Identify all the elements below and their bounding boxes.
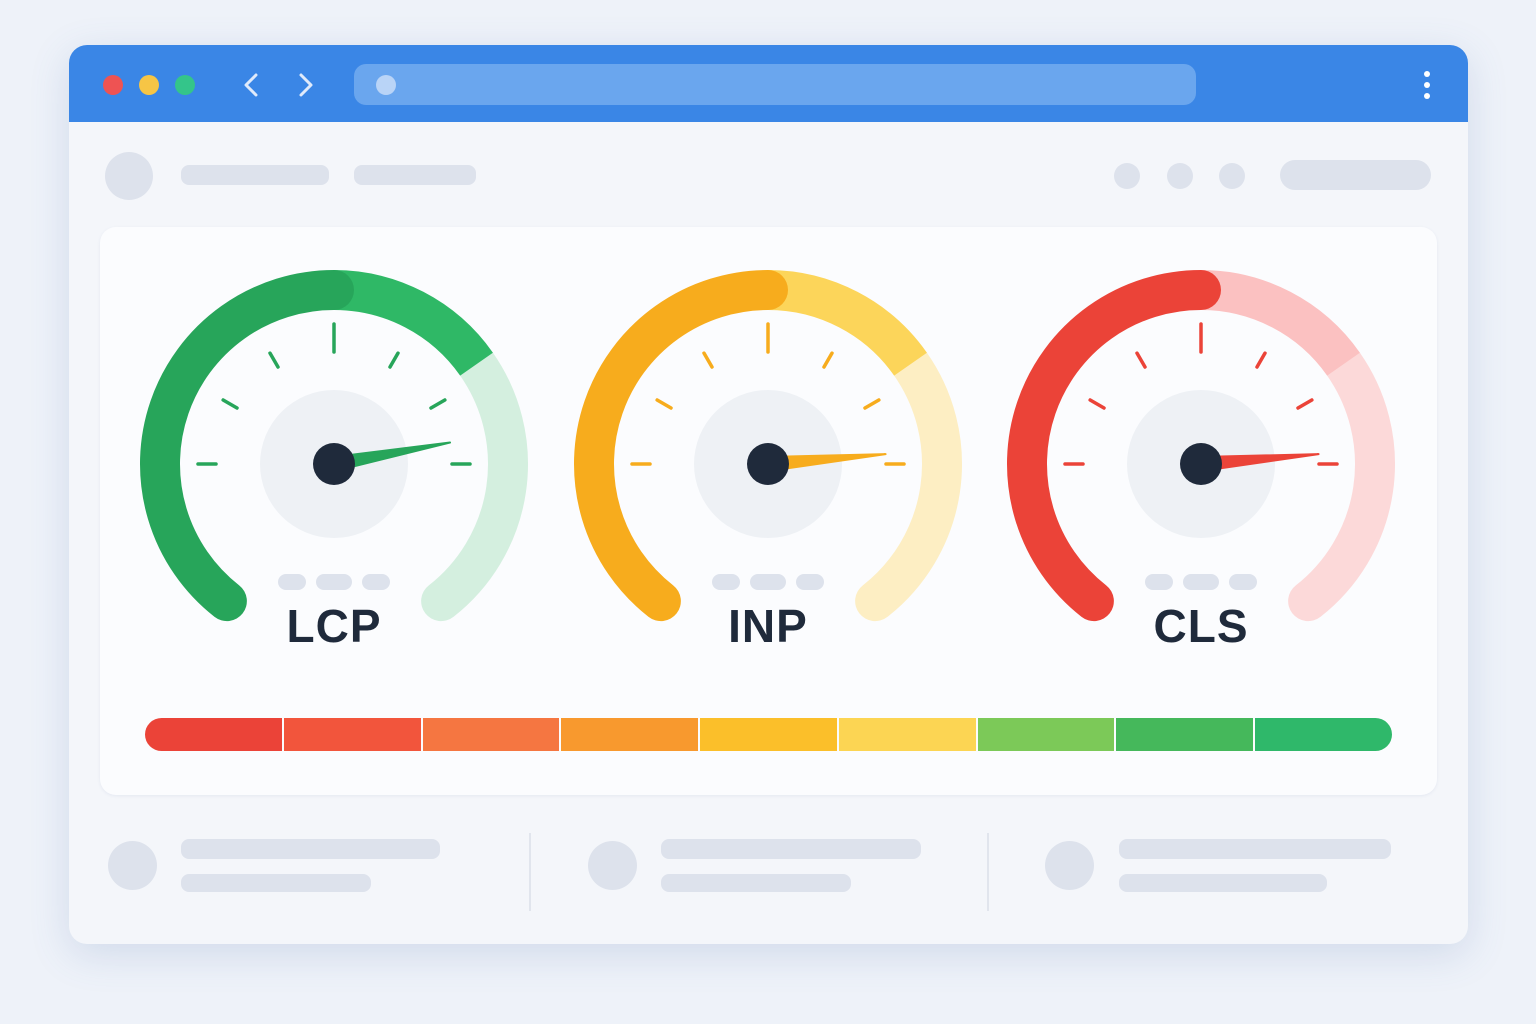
scale-segment	[977, 718, 1117, 751]
gauge-arc-remaining	[1288, 344, 1395, 622]
gauge-needle-hub	[747, 443, 789, 485]
gauge-value-placeholder	[278, 574, 306, 590]
scale-segment	[145, 718, 284, 751]
gauge-tick	[221, 398, 239, 410]
gauge-label-cls: CLS	[1153, 600, 1249, 652]
nav-link-placeholder[interactable]	[181, 165, 329, 185]
gauge-tick	[822, 351, 834, 369]
header-icon-placeholder[interactable]	[1114, 163, 1140, 189]
list-item-title-placeholder	[1119, 839, 1391, 859]
gauge-cls	[1007, 270, 1395, 622]
header-icon-placeholder[interactable]	[1167, 163, 1193, 189]
gauge-arc-remaining	[855, 344, 962, 622]
gauge-tick	[863, 398, 881, 410]
gauge-value-placeholder	[1229, 574, 1257, 590]
gauge-needle-hub	[1180, 443, 1222, 485]
gauge-needle-hub	[313, 443, 355, 485]
gauge-tick	[268, 351, 280, 369]
gauge-value-placeholder	[316, 574, 352, 590]
vertical-dots-icon	[1424, 71, 1430, 77]
gauge-value-placeholder	[796, 574, 824, 590]
browser-toolbar	[69, 45, 1468, 122]
list-item-avatar	[1045, 841, 1094, 890]
gauge-value-placeholder	[712, 574, 740, 590]
rating-scale-bar	[145, 718, 1392, 751]
nav-link-placeholder[interactable]	[354, 165, 476, 185]
gauge-value-placeholder	[750, 574, 786, 590]
gauge-tick	[1135, 351, 1147, 369]
list-item-title-placeholder	[661, 839, 921, 859]
forward-button[interactable]	[287, 67, 323, 103]
header-button-placeholder[interactable]	[1280, 160, 1431, 190]
gauge-tick	[702, 351, 714, 369]
web-vitals-card: LCP INP CLS	[100, 227, 1437, 795]
gauge-tick	[429, 398, 447, 410]
avatar[interactable]	[105, 152, 153, 200]
minimize-window-button[interactable]	[139, 75, 159, 95]
maximize-window-button[interactable]	[175, 75, 195, 95]
gauge-arc-mid	[767, 270, 927, 377]
gauges-canvas	[140, 270, 1395, 622]
browser-menu-button[interactable]	[1415, 69, 1439, 101]
column-divider	[529, 833, 531, 911]
site-info-icon[interactable]	[376, 75, 396, 95]
gauge-label-lcp: LCP	[286, 600, 382, 652]
gauge-arc-mid	[333, 270, 493, 377]
list-item-subtitle-placeholder	[181, 874, 371, 892]
gauge-label-inp: INP	[728, 600, 808, 652]
list-item-avatar	[108, 841, 157, 890]
column-divider	[987, 833, 989, 911]
chevron-left-icon	[244, 73, 258, 97]
close-window-button[interactable]	[103, 75, 123, 95]
gauge-value-placeholder	[1183, 574, 1219, 590]
header-icon-placeholder[interactable]	[1219, 163, 1245, 189]
list-item-subtitle-placeholder	[661, 874, 851, 892]
gauge-tick	[1296, 398, 1314, 410]
gauge-arc-mid	[1200, 270, 1360, 377]
scale-segment	[561, 718, 701, 751]
scale-segment	[838, 718, 978, 751]
scale-segment	[1255, 718, 1392, 751]
browser-window: LCP INP CLS	[69, 45, 1468, 944]
scale-segment	[700, 718, 839, 751]
list-item-subtitle-placeholder	[1119, 874, 1327, 892]
gauge-tick	[655, 398, 673, 410]
gauge-inp	[574, 270, 962, 622]
gauge-arc-remaining	[421, 344, 528, 622]
scale-segment	[283, 718, 423, 751]
list-item-title-placeholder	[181, 839, 440, 859]
gauge-tick	[1088, 398, 1106, 410]
gauge-value-placeholder	[1145, 574, 1173, 590]
gauge-value-placeholder	[362, 574, 390, 590]
address-bar[interactable]	[354, 64, 1196, 105]
chevron-right-icon	[299, 73, 313, 97]
list-item-avatar	[588, 841, 637, 890]
scale-segment	[1116, 718, 1256, 751]
gauge-tick	[1255, 351, 1267, 369]
back-button[interactable]	[234, 67, 270, 103]
scale-segment	[422, 718, 562, 751]
gauge-tick	[388, 351, 400, 369]
gauge-lcp	[140, 270, 528, 622]
